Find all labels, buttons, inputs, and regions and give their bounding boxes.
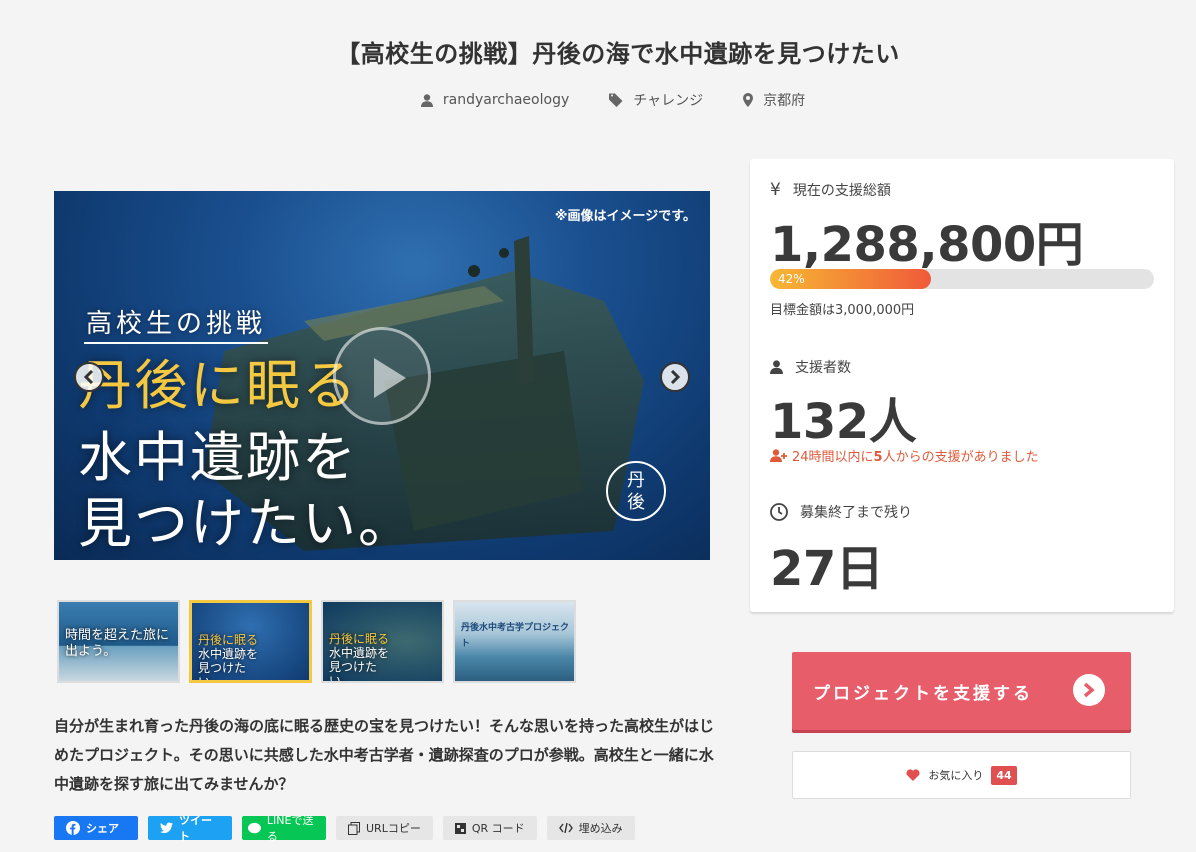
image-note: ※画像はイメージです。 xyxy=(554,209,696,224)
favorite-button[interactable]: お気に入り 44 xyxy=(792,751,1131,799)
heart-icon xyxy=(906,769,920,781)
arrow-right-circle-icon xyxy=(1073,674,1105,706)
thumbnail-caption: 丹後水中考古学プロジェクト xyxy=(461,623,570,649)
facebook-share-button[interactable]: シェア xyxy=(54,816,138,840)
remaining-label: 募集終了まで残り xyxy=(800,505,912,521)
author-link[interactable]: randyarchaeology xyxy=(420,90,570,110)
hero-headline-1: 丹後に眠る xyxy=(78,354,358,417)
qr-code-icon xyxy=(454,822,466,834)
tag-icon xyxy=(609,93,623,107)
carousel-next-button[interactable] xyxy=(660,362,690,392)
page-title: 【高校生の挑戦】丹後の海で水中遺跡を見つけたい xyxy=(336,40,900,68)
copy-icon xyxy=(348,821,360,835)
user-plus-icon xyxy=(770,449,787,462)
hero-subtitle: 高校生の挑戦 xyxy=(84,303,269,344)
user-icon xyxy=(770,360,783,374)
category-name: チャレンジ xyxy=(633,93,704,109)
recent-suffix: 人からの支援がありました xyxy=(882,450,1039,465)
support-project-button[interactable]: プロジェクトを支援する xyxy=(792,652,1131,730)
line-share-label: LINEで送る xyxy=(266,814,314,843)
url-copy-button[interactable]: URLコピー xyxy=(336,816,433,840)
thumbnail-caption-top: 丹後に眠る xyxy=(198,633,259,647)
thumbnail-caption: 時間を超えた旅に出よう。 xyxy=(65,628,170,659)
author-name: randyarchaeology xyxy=(442,92,570,108)
twitter-share-label: ツイート xyxy=(179,814,213,843)
favorite-count-badge: 44 xyxy=(991,765,1017,785)
yen-icon: ¥ xyxy=(770,180,781,200)
carousel-prev-button[interactable] xyxy=(74,362,104,392)
funding-progress-fill: 42% xyxy=(770,269,932,289)
chevron-right-icon xyxy=(670,370,681,384)
chevron-left-icon xyxy=(83,370,94,384)
twitter-icon xyxy=(160,822,174,834)
thumbnail-1[interactable]: 時間を超えた旅に出よう。 xyxy=(57,600,180,683)
remaining-days: 27日 xyxy=(770,541,884,597)
url-copy-label: URLコピー xyxy=(366,822,421,835)
facebook-share-label: シェア xyxy=(86,822,119,835)
line-share-button[interactable]: LINEで送る xyxy=(242,814,326,843)
total-amount: 1,288,800円 xyxy=(770,217,1084,273)
backers-count: 132人 xyxy=(770,394,917,450)
total-amount-label-row: ¥ 現在の支援総額 xyxy=(770,180,891,200)
user-icon xyxy=(420,93,433,107)
thumbnail-4[interactable]: 丹後水中考古学プロジェクト xyxy=(453,600,576,683)
thumbnail-caption-bottom: 水中遺跡を見つけたい。 xyxy=(198,647,259,683)
funding-stats-panel: ¥ 現在の支援総額 1,288,800円 42% 目標金額は3,000,000円… xyxy=(750,159,1174,612)
tango-seal-logo: 丹後 xyxy=(606,461,666,521)
clock-icon xyxy=(770,503,788,521)
recent-count: 5 xyxy=(873,450,883,465)
play-video-button[interactable] xyxy=(333,327,431,425)
embed-button[interactable]: 埋め込み xyxy=(546,816,635,840)
facebook-icon xyxy=(66,821,80,835)
qr-code-button[interactable]: QR コード xyxy=(442,816,537,840)
backers-label: 支援者数 xyxy=(795,360,851,376)
location-name: 京都府 xyxy=(763,93,806,109)
recent-backers-notice: 24時間以内に5人からの支援がありました xyxy=(770,446,1039,465)
category-link[interactable]: チャレンジ xyxy=(609,90,703,110)
recent-prefix: 24時間以内に xyxy=(792,450,874,465)
location-link[interactable]: 京都府 xyxy=(743,90,805,110)
qr-code-label: QR コード xyxy=(471,822,525,835)
backers-label-row: 支援者数 xyxy=(770,357,851,377)
favorite-label: お気に入り xyxy=(928,769,984,782)
code-icon xyxy=(558,823,573,833)
project-meta: randyarchaeology チャレンジ 京都府 xyxy=(0,90,1196,110)
thumbnail-caption-top: 丹後に眠る xyxy=(329,632,390,646)
map-marker-icon xyxy=(743,93,754,107)
thumbnail-caption-bottom: 水中遺跡を見つけたい。 xyxy=(329,646,390,683)
project-summary: 自分が生まれ育った丹後の海の底に眠る歴史の宝を見つけたい！そんな思いを持った高校… xyxy=(54,717,715,793)
line-icon xyxy=(248,822,261,833)
thumbnail-3[interactable]: 丹後に眠る 水中遺跡を見つけたい。 xyxy=(321,600,444,683)
share-bar: シェア ツイート LINEで送る URLコピー QR コード 埋め込み xyxy=(54,814,635,843)
main-visual[interactable]: ※画像はイメージです。 高校生の挑戦 丹後に眠る 水中遺跡を 見つけたい。 丹後 xyxy=(54,191,710,560)
hero-headline-3: 見つけたい。 xyxy=(78,492,414,555)
goal-amount: 目標金額は3,000,000円 xyxy=(770,303,915,318)
embed-label: 埋め込み xyxy=(578,822,623,835)
remaining-label-row: 募集終了まで残り xyxy=(770,502,912,522)
thumbnail-strip: 時間を超えた旅に出よう。 丹後に眠る 水中遺跡を見つけたい。 丹後に眠る 水中遺… xyxy=(57,600,576,683)
support-project-label: プロジェクトを支援する xyxy=(813,683,1033,704)
twitter-share-button[interactable]: ツイート xyxy=(148,814,232,843)
thumbnail-2[interactable]: 丹後に眠る 水中遺跡を見つけたい。 xyxy=(189,600,312,683)
total-amount-label: 現在の支援総額 xyxy=(792,183,891,199)
funding-progress-bar: 42% xyxy=(770,269,1154,289)
